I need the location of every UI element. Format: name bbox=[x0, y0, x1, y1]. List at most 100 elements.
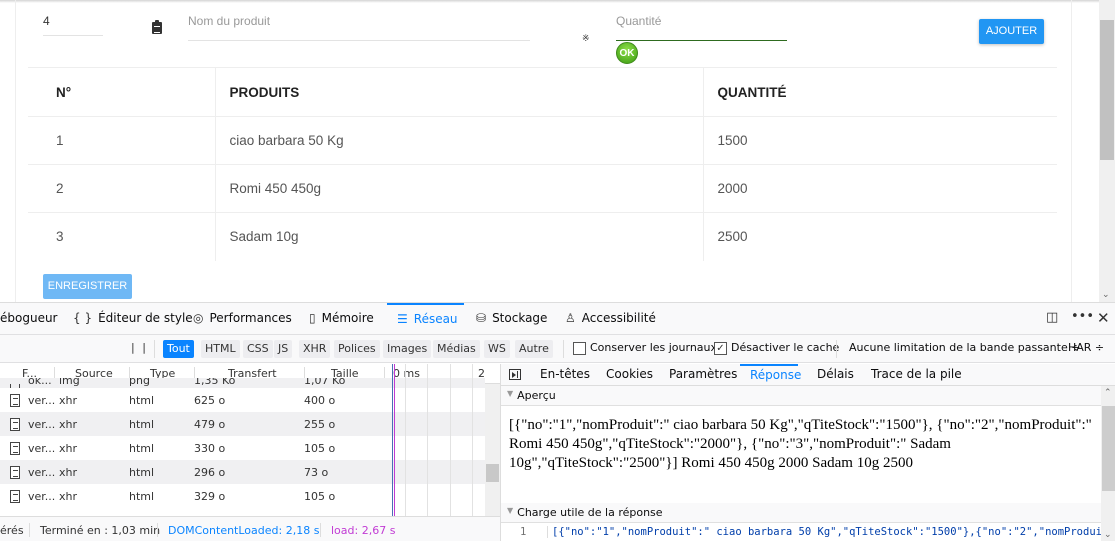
table-row: 2 Romi 450 450g 2000 bbox=[28, 164, 1057, 213]
filter-html[interactable]: HTML bbox=[201, 340, 240, 358]
tab-style-editor[interactable]: { } Éditeur de style bbox=[73, 303, 193, 335]
tab-label: Accessibilité bbox=[581, 311, 656, 325]
pause-icon[interactable]: | | bbox=[131, 341, 148, 354]
tab-debugger[interactable]: ébogueur bbox=[0, 303, 58, 335]
persist-logs-label: Conserver les journaux bbox=[590, 341, 718, 354]
details-scroll-thumb[interactable] bbox=[1102, 406, 1115, 491]
tab-headers[interactable]: En-têtes bbox=[540, 364, 590, 386]
tab-stack-trace[interactable]: Trace de la pile bbox=[871, 364, 962, 386]
close-icon[interactable]: ✕ bbox=[1097, 309, 1110, 327]
disable-cache-checkbox[interactable]: ✓ bbox=[714, 342, 727, 355]
filter-all[interactable]: Tout bbox=[163, 340, 194, 358]
product-name-input[interactable]: Nom du produit bbox=[188, 14, 530, 41]
tab-cookies[interactable]: Cookies bbox=[606, 364, 653, 386]
request-row[interactable]: ok... img png 1,35 Ko 1,07 Ko bbox=[0, 378, 485, 388]
req-file: ver... bbox=[28, 466, 56, 479]
performance-icon: ◎ bbox=[193, 311, 204, 325]
filter-other[interactable]: Autre bbox=[515, 340, 553, 358]
filter-ws[interactable]: WS bbox=[484, 340, 510, 358]
request-row[interactable]: ver... xhr html 329 o 105 o bbox=[0, 484, 485, 508]
request-row[interactable]: ver... xhr html 625 o 400 o bbox=[0, 388, 485, 412]
file-icon bbox=[10, 442, 20, 455]
req-file: ok... bbox=[28, 378, 52, 387]
tab-label: Mémoire bbox=[321, 311, 374, 325]
req-size: 255 o bbox=[304, 418, 336, 431]
timeline-gridline bbox=[472, 364, 473, 516]
network-statusbar: érés Terminé en : 1,03 min DOMContentLoa… bbox=[0, 516, 500, 541]
file-icon bbox=[10, 466, 20, 479]
number-field[interactable]: 4 bbox=[43, 14, 103, 36]
save-button[interactable]: ENREGISTRER bbox=[43, 274, 132, 299]
collapse-triangle-icon: ▼ bbox=[507, 506, 514, 515]
cell-quantity: 2500 bbox=[702, 212, 1057, 261]
cell-quantity: 2000 bbox=[702, 164, 1057, 213]
req-file: ver... bbox=[28, 394, 56, 407]
request-list-scrollbar[interactable] bbox=[485, 384, 500, 516]
tab-response[interactable]: Réponse bbox=[740, 364, 801, 386]
separator bbox=[563, 340, 564, 358]
page-scroll-thumb[interactable] bbox=[1100, 20, 1114, 160]
table-row: 3 Sadam 10g 2500 bbox=[28, 212, 1057, 261]
add-button[interactable]: AJOUTER bbox=[979, 19, 1044, 44]
header-products: PRODUITS bbox=[214, 67, 703, 117]
req-source: xhr bbox=[59, 490, 78, 503]
request-row[interactable]: ver... xhr html 330 o 105 o bbox=[0, 436, 485, 460]
filter-css[interactable]: CSS bbox=[243, 340, 273, 358]
details-tabs: En-têtes Cookies Paramètres Réponse Déla… bbox=[501, 364, 1115, 386]
collapse-triangle-icon: ▼ bbox=[507, 389, 514, 398]
network-toolbar: | | Tout HTML CSS JS XHR Polices Images … bbox=[0, 335, 1115, 363]
tab-timings[interactable]: Délais bbox=[817, 364, 854, 386]
disable-cache-label: Désactiver le cache bbox=[731, 341, 840, 354]
req-transfer: 329 o bbox=[194, 490, 226, 503]
tab-storage[interactable]: ⛁ Stockage bbox=[476, 303, 547, 335]
tab-params[interactable]: Paramètres bbox=[669, 364, 737, 386]
clipboard-icon bbox=[152, 20, 162, 34]
separator bbox=[154, 340, 155, 358]
filter-fonts[interactable]: Polices bbox=[334, 340, 380, 358]
more-icon[interactable]: ••• bbox=[1071, 309, 1094, 324]
request-details-panel: En-têtes Cookies Paramètres Réponse Déla… bbox=[500, 364, 1115, 541]
dock-icon[interactable]: ◫ bbox=[1046, 310, 1058, 325]
quantity-input[interactable]: Quantité bbox=[616, 14, 787, 41]
toggle-panel-icon[interactable] bbox=[509, 369, 521, 380]
preview-section-header[interactable]: ▼ Aperçu bbox=[501, 386, 1101, 406]
separator bbox=[157, 523, 158, 537]
filter-xhr[interactable]: XHR bbox=[299, 340, 331, 358]
filter-js[interactable]: JS bbox=[274, 340, 293, 358]
accessibility-icon: ♙ bbox=[565, 311, 576, 325]
req-transfer: 479 o bbox=[194, 418, 226, 431]
status-finished: Terminé en : 1,03 min bbox=[40, 524, 161, 537]
throttling-select[interactable]: Aucune limitation de la bande passante ÷ bbox=[849, 341, 1080, 354]
timeline-gridline bbox=[427, 364, 428, 516]
req-file: ver... bbox=[28, 442, 56, 455]
scroll-down-icon[interactable]: ⌄ bbox=[1102, 289, 1110, 300]
payload-title: Charge utile de la réponse bbox=[517, 506, 663, 519]
details-scrollbar[interactable]: ⌃ ⌄ bbox=[1101, 386, 1115, 541]
timeline-gridline bbox=[405, 364, 406, 516]
har-select[interactable]: HAR ÷ bbox=[1068, 341, 1104, 354]
persist-logs-checkbox[interactable] bbox=[573, 342, 586, 355]
separator bbox=[320, 523, 321, 537]
req-size: 105 o bbox=[304, 442, 336, 455]
tab-memory[interactable]: ▯ Mémoire bbox=[309, 303, 374, 335]
filter-media[interactable]: Médias bbox=[433, 340, 480, 358]
request-row[interactable]: ver... xhr html 479 o 255 o bbox=[0, 412, 485, 436]
timeline-gridline bbox=[450, 364, 451, 516]
page-scrollbar[interactable]: ⌄ bbox=[1099, 0, 1115, 302]
scroll-up-icon[interactable]: ⌃ bbox=[1104, 388, 1112, 398]
tab-accessibility[interactable]: ♙ Accessibilité bbox=[565, 303, 656, 335]
tab-label: Performances bbox=[209, 311, 292, 325]
req-size: 400 o bbox=[304, 394, 336, 407]
tab-performance[interactable]: ◎ Performances bbox=[193, 303, 292, 335]
req-size: 105 o bbox=[304, 490, 336, 503]
request-row[interactable]: ver... xhr html 296 o 73 o bbox=[0, 460, 485, 484]
scroll-down-icon[interactable]: ⌄ bbox=[1104, 530, 1112, 540]
tab-network[interactable]: ☰ Réseau bbox=[387, 303, 464, 335]
req-source: xhr bbox=[59, 418, 78, 431]
filter-images[interactable]: Images bbox=[383, 340, 432, 358]
payload-section-header[interactable]: ▼ Charge utile de la réponse bbox=[501, 503, 1101, 523]
dom-content-loaded-marker bbox=[392, 364, 393, 516]
request-scroll-thumb[interactable] bbox=[486, 464, 499, 482]
req-transfer: 625 o bbox=[194, 394, 226, 407]
separator bbox=[29, 523, 30, 537]
